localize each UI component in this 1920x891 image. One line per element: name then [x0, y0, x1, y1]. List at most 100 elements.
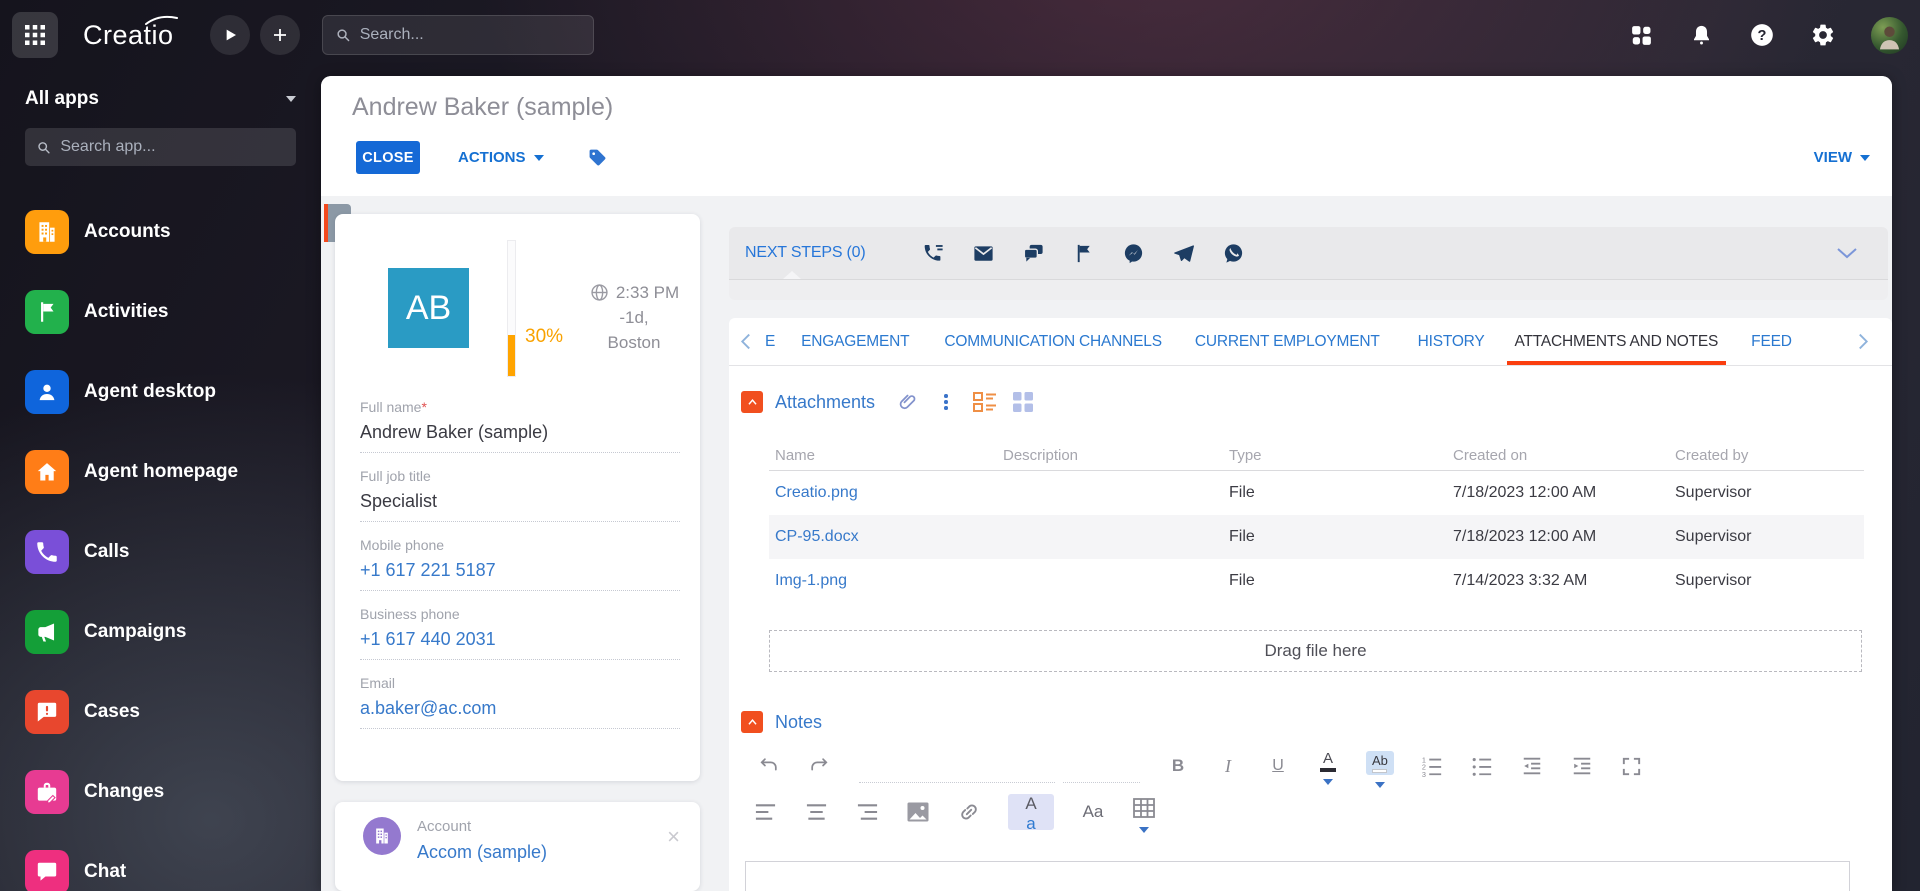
close-button[interactable]: CLOSE — [356, 141, 420, 174]
business-phone-link[interactable]: +1 617 440 2031 — [360, 629, 680, 660]
font-color-dropdown[interactable]: A — [1316, 751, 1340, 785]
email-icon[interactable] — [972, 242, 995, 265]
collapse-chevron-icon[interactable] — [1836, 247, 1858, 259]
building-icon — [25, 210, 69, 254]
workspace-selector[interactable]: All apps — [25, 88, 296, 110]
tab-engagement[interactable]: ENGAGEMENT — [801, 318, 909, 365]
next-steps-label[interactable]: NEXT STEPS (0) — [745, 244, 866, 262]
highlight-swatch — [1372, 769, 1388, 773]
column-header[interactable]: Description — [997, 447, 1223, 464]
attachments-title[interactable]: Attachments — [775, 392, 875, 413]
font-size-select[interactable] — [1063, 755, 1140, 783]
file-link[interactable]: CP-95.docx — [769, 528, 997, 546]
sidebar-item-campaigns[interactable]: Campaigns — [25, 592, 321, 672]
fullscreen-icon[interactable] — [1620, 751, 1644, 781]
actions-dropdown[interactable]: ACTIONS — [458, 149, 544, 166]
settings-gear-icon[interactable] — [1810, 22, 1836, 48]
column-header[interactable]: Created on — [1447, 447, 1669, 464]
user-avatar[interactable] — [1871, 16, 1908, 54]
help-icon[interactable]: ? — [1749, 22, 1775, 48]
decrease-indent-icon[interactable] — [1520, 751, 1544, 781]
column-header[interactable]: Name — [769, 447, 997, 464]
insert-image-icon[interactable] — [906, 797, 930, 827]
sidebar-item-calls[interactable]: Calls — [25, 512, 321, 592]
insert-link-icon[interactable] — [957, 797, 981, 827]
font-family-select[interactable] — [859, 755, 1055, 783]
paperclip-icon[interactable] — [897, 392, 918, 413]
sidebar-item-agent-homepage[interactable]: Agent homepage — [25, 432, 321, 512]
app-launcher-icon[interactable] — [12, 12, 58, 58]
contact-initials-avatar[interactable]: AB — [388, 268, 469, 348]
tab-current-employment[interactable]: CURRENT EMPLOYMENT — [1195, 318, 1380, 365]
messenger-icon[interactable] — [1122, 242, 1145, 265]
grid-view-icon[interactable] — [1011, 390, 1035, 414]
redo-icon[interactable] — [807, 751, 831, 781]
email-link[interactable]: a.baker@ac.com — [360, 698, 680, 729]
email-field: Email a.baker@ac.com — [360, 675, 680, 729]
table-row[interactable]: Creatio.png File 7/18/2023 12:00 AM Supe… — [769, 471, 1864, 515]
tab-attachments-and-notes[interactable]: ATTACHMENTS AND NOTES — [1506, 318, 1726, 365]
file-drop-zone[interactable]: Drag file here — [769, 630, 1862, 672]
insert-table-dropdown[interactable] — [1132, 797, 1156, 833]
chat-icon[interactable] — [1022, 242, 1045, 265]
flag-icon — [25, 290, 69, 334]
sidebar-item-changes[interactable]: Changes — [25, 752, 321, 832]
column-header[interactable]: Created by — [1669, 447, 1864, 464]
more-options-kebab-icon[interactable] — [942, 392, 950, 412]
ordered-list-icon[interactable]: 123 — [1420, 751, 1444, 781]
sidebar-item-activities[interactable]: Activities — [25, 272, 321, 352]
text-style-button-active[interactable]: Aa — [1008, 794, 1054, 833]
sidebar-item-chat[interactable]: Chat — [25, 832, 321, 891]
next-steps-strip — [729, 279, 1888, 300]
tab-communication-channels[interactable]: COMMUNICATION CHANNELS — [944, 318, 1162, 365]
add-new-icon[interactable] — [259, 15, 300, 55]
tag-icon[interactable] — [588, 148, 607, 167]
under line-button[interactable]: U — [1266, 751, 1290, 781]
tab-feed[interactable]: FEED — [1751, 318, 1792, 365]
highlight-color-dropdown[interactable]: Ab — [1366, 751, 1394, 788]
tabs-scroll-right-icon[interactable] — [1857, 333, 1870, 350]
next-steps-notch — [783, 271, 801, 279]
run-process-icon[interactable] — [209, 15, 250, 55]
table-row[interactable]: Img-1.png File 7/14/2023 3:32 AM Supervi… — [769, 559, 1864, 603]
telegram-icon[interactable] — [1172, 242, 1195, 265]
app-search-input[interactable] — [60, 138, 285, 156]
collapse-section-icon[interactable] — [741, 711, 763, 733]
mobile-phone-link[interactable]: +1 617 221 5187 — [360, 560, 680, 591]
sidebar-item-cases[interactable]: Cases — [25, 672, 321, 752]
whatsapp-icon[interactable] — [1222, 242, 1245, 265]
undo-icon[interactable] — [757, 751, 781, 781]
file-link[interactable]: Img-1.png — [769, 572, 997, 590]
workplaces-icon[interactable] — [1629, 23, 1654, 48]
tab-clipped[interactable]: E — [765, 318, 775, 365]
notes-title[interactable]: Notes — [775, 712, 822, 733]
bold-button[interactable]: B — [1166, 751, 1190, 781]
global-search-input[interactable] — [359, 26, 581, 44]
call-icon[interactable] — [922, 242, 945, 265]
bullet-list-icon[interactable] — [1470, 751, 1494, 781]
file-link[interactable]: Creatio.png — [769, 484, 997, 502]
sidebar-item-agent-desktop[interactable]: Agent desktop — [25, 352, 321, 432]
italic-button[interactable]: I — [1216, 751, 1240, 781]
full-name-value[interactable]: Andrew Baker (sample) — [360, 422, 680, 453]
collapse-section-icon[interactable] — [741, 391, 763, 413]
notes-editor[interactable] — [745, 861, 1850, 891]
tabs-scroll-left-icon[interactable] — [739, 333, 752, 350]
notifications-bell-icon[interactable] — [1689, 23, 1714, 48]
align-center-icon[interactable] — [804, 797, 828, 827]
increase-indent-icon[interactable] — [1570, 751, 1594, 781]
column-header[interactable]: Type — [1223, 447, 1447, 464]
account-link[interactable]: Accom (sample) — [417, 842, 547, 863]
close-icon[interactable]: × — [667, 826, 680, 848]
tab-history[interactable]: HISTORY — [1418, 318, 1485, 365]
sidebar-item-accounts[interactable]: Accounts — [25, 192, 321, 272]
align-right-icon[interactable] — [855, 797, 879, 827]
list-view-icon[interactable] — [972, 389, 998, 415]
task-flag-icon[interactable] — [1072, 242, 1095, 265]
job-title-value[interactable]: Specialist — [360, 491, 680, 522]
align-left-icon[interactable] — [753, 797, 777, 827]
table-row[interactable]: CP-95.docx File 7/18/2023 12:00 AM Super… — [769, 515, 1864, 559]
page-title: Andrew Baker (sample) — [352, 93, 614, 121]
text-style-button[interactable]: Aa — [1081, 797, 1105, 827]
view-dropdown[interactable]: VIEW — [1814, 149, 1870, 166]
